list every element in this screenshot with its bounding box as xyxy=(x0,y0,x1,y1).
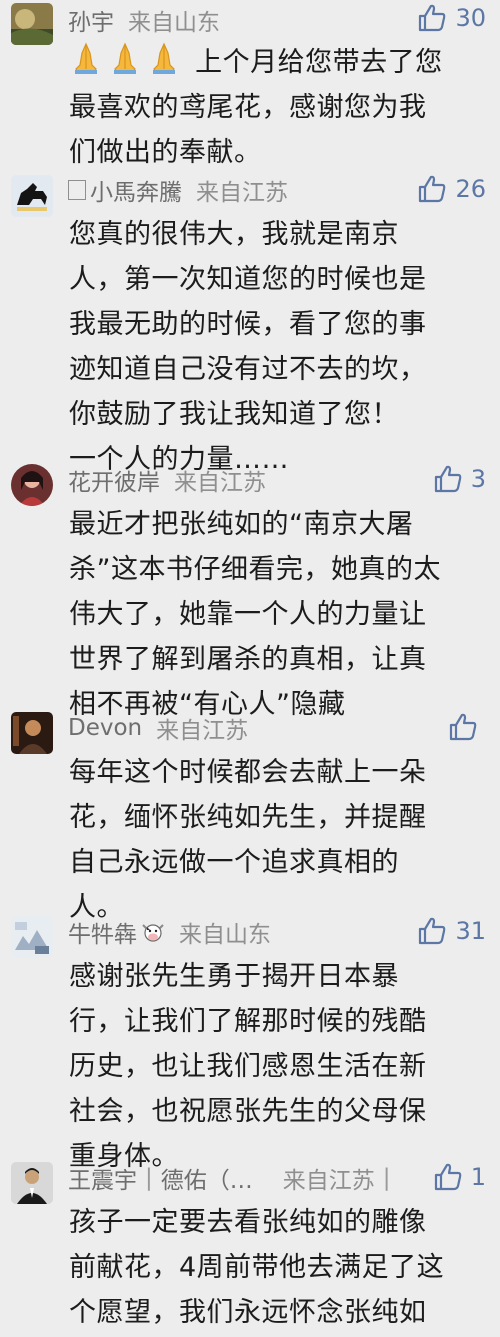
comment-line: 最近才把张纯如的“南京大屠 xyxy=(69,509,414,540)
comment-line: 世界了解到屠杀的真相，让真 xyxy=(69,644,427,675)
username[interactable]: 孙宇 xyxy=(68,3,114,37)
comment-item: 小馬奔騰 来自江苏 26 您真的很伟大，我就是南京 人，第一次知道您的时候也是 … xyxy=(0,170,500,475)
comment-text: 每年这个时候都会去献上一朵 花，缅怀张纯如先生，并提醒 自己永远做一个追求真相的… xyxy=(69,750,481,930)
comment-line: 最喜欢的鸢尾花，感谢您为我 xyxy=(69,92,427,123)
like-count: 1 xyxy=(470,1163,486,1191)
thumbs-up-icon xyxy=(419,4,446,32)
comment-text: 上个月给您带去了您 最喜欢的鸢尾花，感谢您为我 们做出的奉献。 xyxy=(69,40,481,175)
username[interactable]: 王震宇 xyxy=(68,1161,137,1195)
avatar[interactable] xyxy=(11,1162,53,1204)
username[interactable]: Devon xyxy=(68,715,142,741)
thumbs-up-icon xyxy=(419,175,446,203)
comment-item: 王震宇 | 德佑（… 来自江苏 | 1 孩子一定要去看张纯如的雕像 前献花，4周… xyxy=(0,1158,500,1337)
comment-line: 您真的很伟大，我就是南京 xyxy=(69,219,399,250)
like-button[interactable]: 3 xyxy=(433,464,486,494)
location-label: 来自江苏 xyxy=(282,1168,375,1194)
location-label: 来自江苏 xyxy=(174,470,266,496)
comment-line: 行，让我们了解那时候的残酷 xyxy=(69,1006,427,1037)
comment-line: 自己永远做一个追求真相的 xyxy=(69,847,399,878)
user-org[interactable]: 德佑（… xyxy=(161,1161,253,1195)
cow-emoji-icon xyxy=(142,924,164,942)
username[interactable]: 花开彼岸 xyxy=(68,463,160,497)
thumbs-up-icon xyxy=(449,713,477,741)
comment-line: 你鼓励了我让我知道了您！ xyxy=(69,399,399,430)
comment-line: 杀”这本书仔细看完，她真的太 xyxy=(69,554,441,585)
comment-line: 历史，也让我们感恩生活在新 xyxy=(69,1051,427,1082)
comment-item: Devon 来自江苏 每年这个时候都会去献上一朵 花，缅怀张纯如先生，并提醒 自… xyxy=(0,708,500,923)
avatar[interactable] xyxy=(11,712,53,754)
separator: | xyxy=(145,1165,153,1191)
comment-line: 上个月给您带去了您 xyxy=(69,40,481,85)
comment-list: 孙宇 来自山东 30 上个月给您带去了您 最喜欢的鸢尾花，感谢您为我 们做出的奉… xyxy=(0,0,500,1337)
avatar[interactable] xyxy=(11,3,53,45)
comment-text: 孩子一定要去看张纯如的雕像 前献花，4周前带他去满足了这 个愿望，我们永远怀念张… xyxy=(69,1200,481,1335)
location-label: 来自山东 xyxy=(128,10,220,36)
comment-line: 个愿望，我们永远怀念张纯如 xyxy=(69,1297,427,1328)
like-button[interactable]: 1 xyxy=(433,1162,486,1192)
like-button[interactable]: 30 xyxy=(417,3,486,33)
avatar[interactable] xyxy=(11,464,53,506)
comment-item: 孙宇 来自山东 30 上个月给您带去了您 最喜欢的鸢尾花，感谢您为我 们做出的奉… xyxy=(0,0,500,180)
comment-line: 人，第一次知道您的时候也是 xyxy=(69,264,427,295)
comment-line: 花，缅怀张纯如先生，并提醒 xyxy=(69,802,427,833)
thumbs-up-icon xyxy=(434,1163,462,1191)
comment-line: 我最无助的时候，看了您的事 xyxy=(69,309,427,340)
comment-text: 您真的很伟大，我就是南京 人，第一次知道您的时候也是 我最无助的时候，看了您的事… xyxy=(69,212,481,482)
avatar[interactable] xyxy=(11,175,53,217)
praying-hands-icon xyxy=(69,42,195,78)
comment-line: 感谢张先生勇于揭开日本暴 xyxy=(69,961,399,992)
location-label: 来自江苏 xyxy=(196,180,288,206)
comment-text: 最近才把张纯如的“南京大屠 杀”这本书仔细看完，她真的太 伟大了，她靠一个人的力… xyxy=(69,502,481,727)
like-count: 3 xyxy=(470,465,486,493)
comment-item: 花开彼岸 来自江苏 3 最近才把张纯如的“南京大屠 杀”这本书仔细看完，她真的太… xyxy=(0,460,500,720)
comment-line: 们做出的奉献。 xyxy=(69,137,262,168)
comment-line: 前献花，4周前带他去满足了这 xyxy=(69,1252,445,1283)
like-count: 30 xyxy=(455,4,486,32)
like-button[interactable]: 31 xyxy=(417,916,486,946)
comment-line: 孩子一定要去看张纯如的雕像 xyxy=(69,1207,427,1238)
comment-line: 伟大了，她靠一个人的力量让 xyxy=(69,599,427,630)
location-label: 来自山东 xyxy=(179,922,271,948)
comment-line: 迹知道自己没有过不去的坎， xyxy=(69,354,427,385)
comment-header: 牛牪犇 来自山东 xyxy=(68,912,271,952)
comment-line: 每年这个时候都会去献上一朵 xyxy=(69,757,427,788)
comment-header: Devon 来自江苏 xyxy=(68,708,248,748)
thumbs-up-icon xyxy=(434,465,462,493)
like-count: 26 xyxy=(455,175,486,203)
comment-header: 花开彼岸 来自江苏 xyxy=(68,460,266,500)
like-button[interactable] xyxy=(448,712,486,742)
comment-item: 牛牪犇 来自山东 31 感谢张先生勇于揭开日本暴 行，让我们了解那时候的残酷 历… xyxy=(0,910,500,1172)
comment-header: 小馬奔騰 来自江苏 xyxy=(68,170,288,210)
comment-header: 孙宇 来自山东 xyxy=(68,0,220,40)
thumbs-up-icon xyxy=(419,917,446,945)
username[interactable]: 牛牪犇 xyxy=(68,915,137,949)
avatar[interactable] xyxy=(11,916,53,958)
location-label: 来自江苏 xyxy=(156,718,249,744)
checkbox-icon xyxy=(68,180,86,200)
username[interactable]: 小馬奔騰 xyxy=(90,173,182,207)
separator: | xyxy=(382,1165,391,1191)
like-count: 31 xyxy=(455,917,486,945)
comment-text: 感谢张先生勇于揭开日本暴 行，让我们了解那时候的残酷 历史，也让我们感恩生活在新… xyxy=(69,954,481,1179)
comment-header: 王震宇 | 德佑（… 来自江苏 | xyxy=(68,1158,399,1198)
like-button[interactable]: 26 xyxy=(417,174,486,204)
comment-line: 社会，也祝愿张先生的父母保 xyxy=(69,1096,427,1127)
